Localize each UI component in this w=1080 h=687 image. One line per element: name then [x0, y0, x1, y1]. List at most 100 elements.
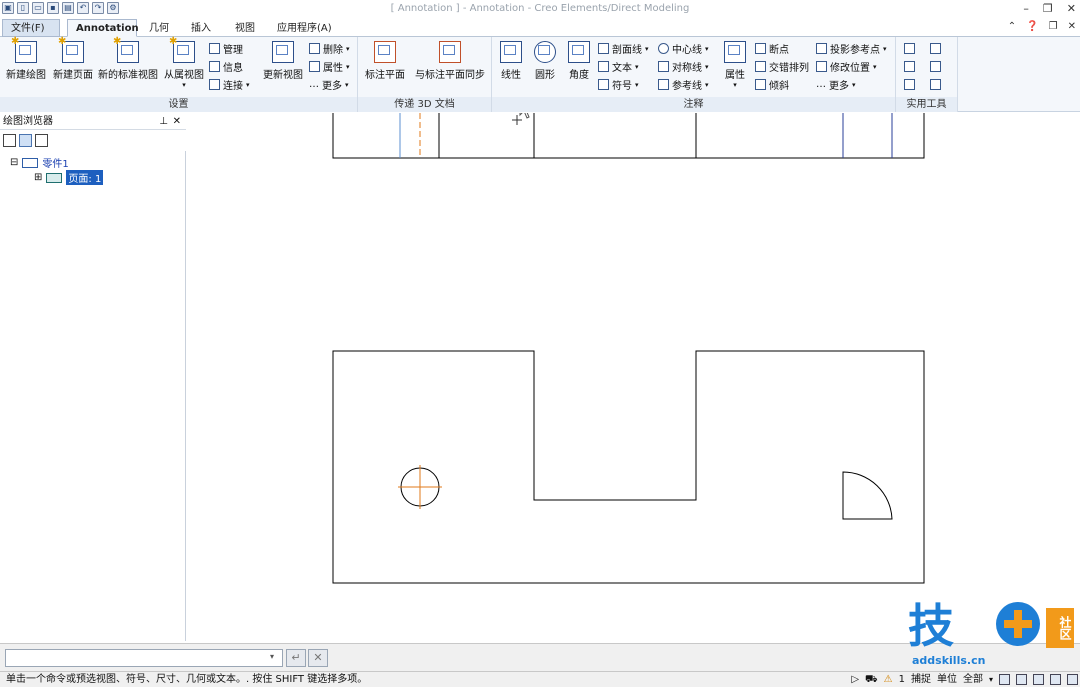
radial-dim-button[interactable]: 圆形: [530, 41, 560, 81]
linear-dim-button[interactable]: 线性: [496, 41, 526, 81]
modify-pos-label: 修改位置: [830, 63, 870, 74]
new-drawing-icon: ✱: [11, 36, 37, 63]
tree-item-page[interactable]: ⊞ 页面: 1: [34, 170, 104, 185]
close-icon[interactable]: ✕: [1067, 2, 1076, 15]
ribbon-collapse-icon[interactable]: ⌃: [1008, 21, 1016, 32]
angle-dim-button[interactable]: 角度: [564, 41, 594, 81]
linear-dim-icon: [500, 41, 522, 63]
minimize-icon[interactable]: –: [1023, 2, 1029, 15]
dropdown-arrow-icon: ▾: [705, 80, 709, 89]
dropdown-arrow-icon: ▾: [345, 80, 349, 89]
fit-icon[interactable]: [1050, 674, 1061, 685]
child-restore-icon[interactable]: ❐: [1049, 21, 1058, 32]
ref-line-button[interactable]: 参考线 ▾: [658, 77, 709, 92]
dropdown-arrow-icon: ▾: [635, 80, 639, 89]
filter-view-icon[interactable]: [19, 134, 32, 147]
unit-button[interactable]: 单位: [937, 672, 957, 687]
watermark-badge: 社区: [1046, 608, 1074, 648]
table-tool-icon[interactable]: [930, 79, 941, 90]
page-icon: [46, 172, 63, 183]
car-icon[interactable]: ⛟: [865, 672, 878, 687]
more-button[interactable]: … 更多 ▾: [309, 77, 349, 92]
connect-button[interactable]: 连接 ▾: [209, 77, 250, 92]
break-label: 断点: [769, 45, 789, 56]
tab-view[interactable]: 视图: [226, 19, 264, 37]
help-icon[interactable]: ❓: [1026, 21, 1038, 32]
page-status-icon[interactable]: [1016, 674, 1027, 685]
annot-plane-button[interactable]: 标注平面: [362, 41, 408, 81]
calc-tool-icon[interactable]: [904, 79, 915, 90]
command-input[interactable]: [5, 649, 283, 667]
modify-pos-button[interactable]: 修改位置 ▾: [816, 59, 877, 74]
update-view-label: 更新视图: [263, 70, 303, 81]
pointer-tool-icon[interactable]: [904, 43, 915, 54]
grid-tool-icon[interactable]: [930, 61, 941, 72]
play-icon[interactable]: ▷: [851, 672, 859, 687]
collapse-icon[interactable]: ⊟: [10, 157, 18, 168]
new-std-views-button[interactable]: ✱ 新的标准视图: [96, 36, 160, 81]
tab-annotation[interactable]: Annotation: [67, 19, 139, 37]
status-count: 1: [898, 674, 905, 685]
warning-icon[interactable]: ⚠: [884, 672, 893, 687]
delete-button[interactable]: 删除 ▾: [309, 41, 350, 56]
tab-file[interactable]: 文件(F): [2, 19, 60, 37]
copy-view-icon[interactable]: [35, 134, 48, 147]
top-view: [332, 113, 925, 159]
front-view-outline: [332, 350, 925, 584]
tilt-button[interactable]: 倾斜: [755, 77, 789, 92]
sync-plane-button[interactable]: 与标注平面同步: [412, 41, 488, 81]
annot-props-icon: [724, 41, 746, 63]
annot-more-button[interactable]: … 更多 ▾: [816, 77, 856, 92]
delete-label: 删除: [323, 45, 343, 56]
child-close-icon[interactable]: ✕: [1068, 21, 1076, 32]
snap-button[interactable]: 捕捉: [911, 672, 931, 687]
update-view-button[interactable]: 更新视图: [261, 41, 305, 81]
stagger-button[interactable]: 交错排列: [755, 59, 809, 74]
top-view-outline: [332, 113, 925, 159]
info-button[interactable]: 信息: [209, 59, 243, 74]
break-button[interactable]: 断点: [755, 41, 789, 56]
tree-view-icon[interactable]: [3, 134, 16, 147]
measure-tool-icon[interactable]: [904, 61, 915, 72]
annot-props-button[interactable]: 属性 ▾: [720, 41, 750, 89]
drawing-canvas[interactable]: [188, 98, 1080, 641]
properties-button[interactable]: 属性 ▾: [309, 59, 350, 74]
new-page-button[interactable]: ✱ 新建页面: [50, 36, 96, 81]
break-icon: [755, 43, 766, 54]
save-status-icon[interactable]: [999, 674, 1010, 685]
command-dropdown-icon[interactable]: ▾: [270, 652, 274, 661]
panel-close-icon[interactable]: ✕: [173, 113, 181, 130]
symbol-button[interactable]: 符号 ▾: [598, 77, 639, 92]
pin-icon[interactable]: ⊥: [159, 113, 168, 130]
new-page-label: 新建页面: [53, 70, 93, 81]
tab-geometry[interactable]: 几何: [140, 19, 178, 37]
section-line-icon: [598, 43, 609, 54]
command-cancel-button[interactable]: ✕: [308, 649, 328, 667]
command-enter-button[interactable]: ↵: [286, 649, 306, 667]
from-views-button[interactable]: ✱ 从属视图 ▾: [162, 36, 206, 89]
text-button[interactable]: 文本 ▾: [598, 59, 639, 74]
section-line-button[interactable]: 剖面线 ▾: [598, 41, 649, 56]
tab-apps[interactable]: 应用程序(A): [268, 19, 341, 37]
tilt-label: 倾斜: [769, 81, 789, 92]
arrow-tool-icon[interactable]: [930, 43, 941, 54]
tab-insert[interactable]: 插入: [182, 19, 220, 37]
dropdown-arrow-icon: ▾: [852, 80, 856, 89]
new-drawing-button[interactable]: ✱ 新建绘图: [4, 36, 48, 81]
restore-icon[interactable]: ❐: [1043, 2, 1053, 15]
nav-left-icon[interactable]: [1033, 674, 1044, 685]
nav-right-icon[interactable]: [1067, 674, 1078, 685]
proj-ref-button[interactable]: 投影参考点 ▾: [816, 41, 887, 56]
expand-icon[interactable]: ⊞: [34, 172, 42, 183]
symbol-icon: [598, 79, 609, 90]
symmetric-line-button[interactable]: 对称线 ▾: [658, 59, 709, 74]
front-view: [332, 350, 925, 584]
manage-button[interactable]: 管理: [209, 41, 243, 56]
tree-page-label: 页面: 1: [66, 170, 104, 185]
dropdown-arrow-icon[interactable]: ▾: [989, 672, 993, 687]
tree-item-part[interactable]: ⊟ 零件1: [10, 155, 69, 170]
status-hint: 单击一个命令或预选视图、符号、尺寸、几何或文本。. 按住 SHIFT 键选择多项…: [6, 674, 368, 685]
centerline-button[interactable]: 中心线 ▾: [658, 41, 709, 56]
filter-select[interactable]: 全部: [963, 672, 983, 687]
text-label: 文本: [612, 63, 632, 74]
